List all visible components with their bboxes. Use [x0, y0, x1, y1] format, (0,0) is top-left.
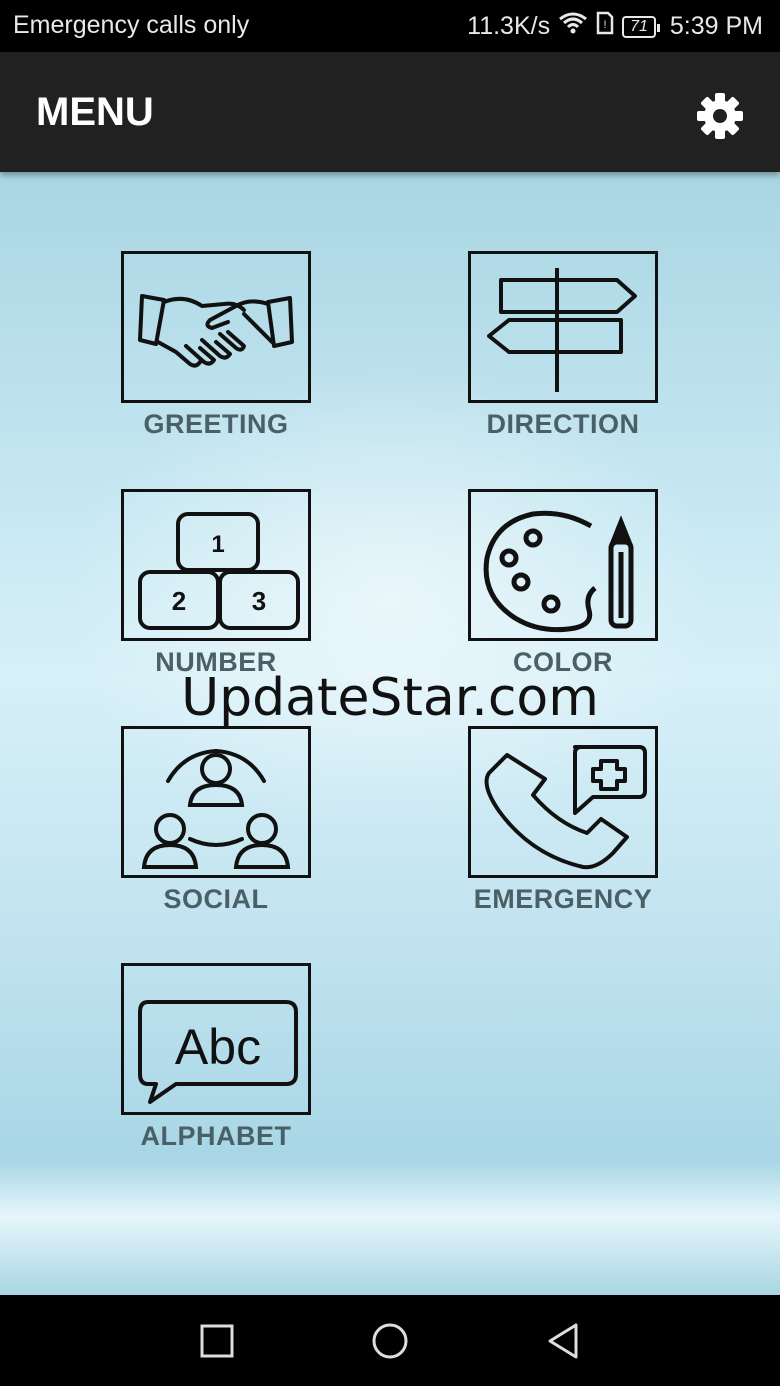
menu-item-social[interactable]: SOCIAL	[121, 726, 311, 914]
menu-item-number[interactable]: 1 2 3 NUMBER	[121, 489, 311, 677]
menu-item-emergency[interactable]: EMERGENCY	[468, 726, 658, 914]
square-icon[interactable]	[197, 1321, 237, 1361]
menu-item-label: GREETING	[143, 409, 289, 439]
status-bar: Emergency calls only 11.3K/s ! 71 5:39 P…	[0, 0, 780, 52]
watermark: UpdateStar.com	[181, 668, 599, 728]
svg-text:Abc: Abc	[175, 1019, 261, 1075]
svg-text:1: 1	[211, 531, 224, 558]
signpost-icon	[468, 251, 658, 403]
sim-icon: !	[596, 11, 614, 42]
battery-indicator: 71	[622, 15, 660, 38]
carrier-status: Emergency calls only	[13, 11, 250, 39]
menu-item-color[interactable]: COLOR	[468, 489, 658, 677]
wifi-icon	[558, 11, 588, 42]
gear-icon[interactable]	[693, 89, 747, 143]
menu-item-label: SOCIAL	[163, 884, 269, 914]
circle-icon[interactable]	[370, 1321, 410, 1361]
triangle-back-icon[interactable]	[543, 1321, 583, 1361]
menu-area: GREETING DIRECTION 1 2 3 NUMBER COLOR SO…	[0, 172, 780, 1295]
number-blocks-icon: 1 2 3	[121, 489, 311, 641]
palette-icon	[468, 489, 658, 641]
page-title: MENU	[36, 90, 154, 134]
menu-item-alphabet[interactable]: Abc ALPHABET	[121, 963, 311, 1151]
svg-text:!: !	[604, 19, 607, 31]
status-indicators: 11.3K/s ! 71 5:39 PM	[467, 11, 763, 42]
menu-item-label: ALPHABET	[140, 1121, 292, 1151]
svg-text:2: 2	[172, 586, 186, 616]
menu-item-greeting[interactable]: GREETING	[121, 251, 311, 439]
network-speed: 11.3K/s	[467, 12, 551, 40]
abc-speech-icon: Abc	[121, 963, 311, 1115]
menu-item-label: EMERGENCY	[473, 884, 653, 914]
svg-text:3: 3	[252, 586, 266, 616]
menu-item-label: DIRECTION	[486, 409, 640, 439]
handshake-icon	[121, 251, 311, 403]
app-bar: MENU	[0, 52, 780, 172]
people-network-icon	[121, 726, 311, 878]
phone-medical-icon	[468, 726, 658, 878]
menu-item-direction[interactable]: DIRECTION	[468, 251, 658, 439]
navigation-bar	[0, 1295, 780, 1386]
clock: 5:39 PM	[669, 12, 763, 40]
